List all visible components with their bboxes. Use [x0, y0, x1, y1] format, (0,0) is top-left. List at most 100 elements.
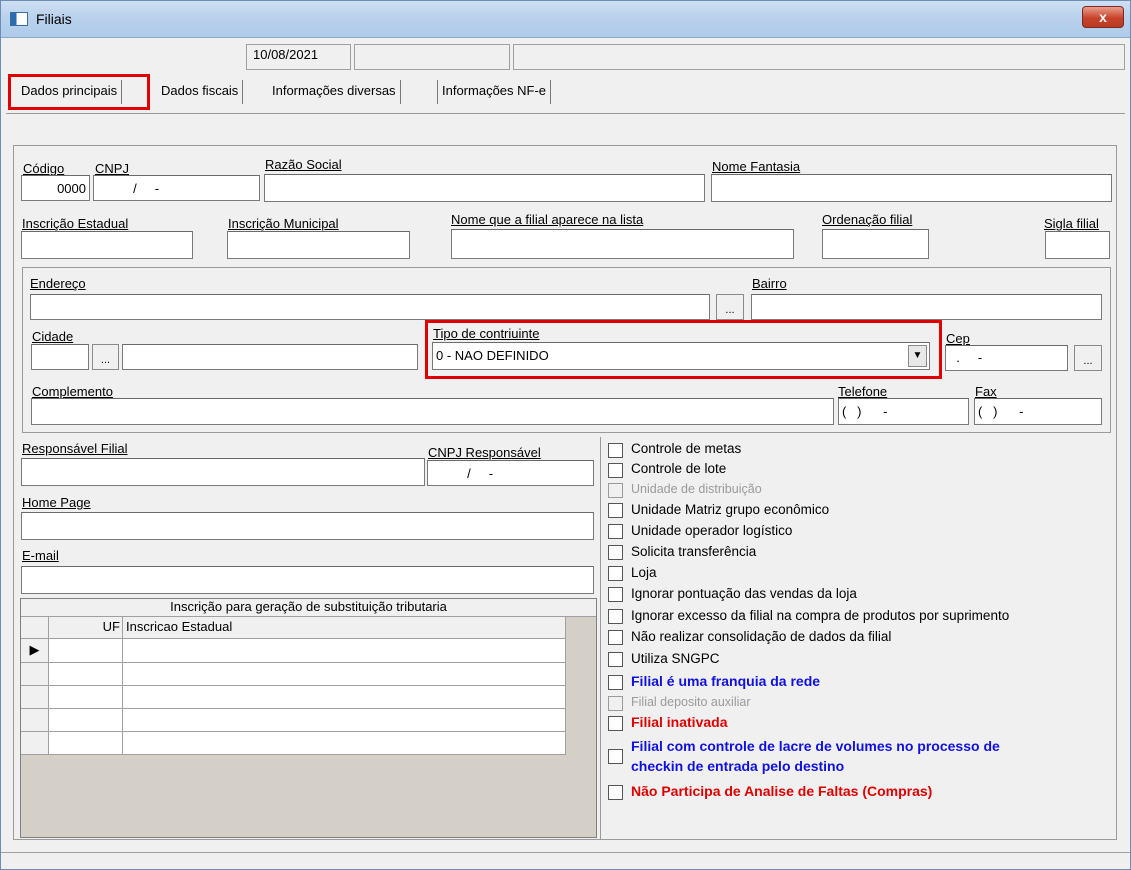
sigla-field[interactable]	[1045, 231, 1110, 259]
checkbox-label: Não Participa de Analise de Faltas (Comp…	[631, 783, 933, 799]
checkbox-label: Filial é uma franquia da rede	[631, 673, 821, 689]
responsavel-field[interactable]	[21, 458, 425, 486]
ordenacao-field[interactable]	[822, 229, 929, 259]
bairro-field[interactable]	[751, 294, 1102, 320]
table-row[interactable]	[49, 732, 123, 755]
checkbox-label: Filial inativada	[631, 714, 728, 730]
checkbox-loja[interactable]	[608, 566, 623, 581]
grid-title: Inscrição para geração de substituição t…	[21, 599, 596, 617]
inscricao-estadual-label: Inscrição Estadual	[22, 216, 129, 231]
cep-label: Cep	[946, 331, 970, 346]
cidade-code-field[interactable]	[31, 344, 89, 370]
table-row[interactable]	[123, 663, 566, 686]
checkbox-label: Loja	[631, 565, 657, 580]
checkbox-label: Utiliza SNGPC	[631, 651, 720, 666]
checkbox-utiliza-sngpc[interactable]	[608, 652, 623, 667]
tab-informacoes-nfe[interactable]: Informações NF-e	[437, 80, 552, 104]
cep-lookup-button[interactable]: ...	[1074, 345, 1102, 371]
grid-header-uf[interactable]: UF	[49, 617, 123, 639]
complemento-field[interactable]	[31, 398, 834, 425]
checkbox-filial-inativada[interactable]	[608, 716, 623, 731]
cnpj-responsavel-field[interactable]: / -	[427, 460, 594, 486]
endereco-lookup-button[interactable]: ...	[716, 294, 744, 320]
checkbox-nao-consolidacao[interactable]	[608, 630, 623, 645]
cep-field[interactable]: . -	[945, 345, 1068, 371]
table-row[interactable]	[123, 686, 566, 709]
table-row[interactable]	[123, 732, 566, 755]
checkbox-solicita-transferencia[interactable]	[608, 545, 623, 560]
table-row[interactable]	[49, 663, 123, 686]
nome-lista-field[interactable]	[451, 229, 794, 259]
grid-row-indicator	[21, 732, 49, 755]
grid-header-indicator	[21, 617, 49, 639]
current-row-icon: ▶	[21, 639, 49, 663]
telefone-label: Telefone	[838, 384, 888, 399]
checkbox-label: Ignorar excesso da filial na compra de p…	[631, 608, 1010, 623]
checkbox-label: Filial deposito auxiliar	[631, 695, 751, 709]
razao-social-field[interactable]	[264, 174, 705, 202]
checkbox-controle-metas[interactable]	[608, 443, 623, 458]
chevron-down-icon[interactable]: ▼	[908, 345, 927, 367]
endereco-field[interactable]	[30, 294, 710, 320]
codigo-field[interactable]: 0000	[21, 175, 90, 201]
cnpj-responsavel-label: CNPJ Responsável	[428, 445, 541, 460]
responsavel-label: Responsável Filial	[22, 441, 128, 456]
checkbox-nao-participa-faltas[interactable]	[608, 785, 623, 800]
inscricao-municipal-field[interactable]	[227, 231, 410, 259]
checkbox-label: Unidade operador logístico	[631, 523, 793, 538]
checkbox-unidade-distribuicao	[608, 483, 623, 498]
checkbox-list: Controle de metas Controle de lote Unida…	[606, 441, 1106, 841]
title-bar	[0, 0, 1131, 38]
fax-field[interactable]: ( ) -	[974, 398, 1102, 425]
tab-divider	[6, 113, 1125, 114]
checkbox-label: Unidade Matriz grupo econômico	[631, 502, 830, 517]
tab-dados-fiscais[interactable]: Dados fiscais	[157, 80, 244, 104]
telefone-field[interactable]: ( ) -	[838, 398, 969, 425]
checkbox-label-line2: checkin de entrada pelo destino	[631, 758, 845, 774]
checkbox-divider	[600, 437, 601, 839]
tab-dados-principais[interactable]: Dados principais	[17, 80, 123, 104]
checkbox-operador-logistico[interactable]	[608, 524, 623, 539]
grid-header-inscricao[interactable]: Inscricao Estadual	[123, 617, 566, 639]
cnpj-label: CNPJ	[95, 161, 129, 176]
inscricao-municipal-label: Inscrição Municipal	[228, 216, 339, 231]
cidade-label: Cidade	[32, 329, 74, 344]
close-button[interactable]: x	[1082, 6, 1124, 28]
checkbox-controle-lote[interactable]	[608, 463, 623, 478]
checkbox-controle-lacre[interactable]	[608, 749, 623, 764]
checkbox-deposito-auxiliar	[608, 696, 623, 711]
status-date: 10/08/2021	[246, 44, 351, 70]
checkbox-unidade-matriz[interactable]	[608, 503, 623, 518]
bairro-label: Bairro	[752, 276, 787, 291]
tab-informacoes-diversas[interactable]: Informações diversas	[268, 80, 401, 104]
email-label: E-mail	[22, 548, 59, 563]
cnpj-field[interactable]: / -	[93, 175, 260, 201]
form-icon	[10, 12, 28, 26]
ordenacao-label: Ordenação filial	[822, 212, 913, 227]
checkbox-ignorar-excesso[interactable]	[608, 609, 623, 624]
checkbox-ignorar-pontuacao[interactable]	[608, 587, 623, 602]
nome-fantasia-field[interactable]	[711, 174, 1112, 202]
endereco-label: Endereço	[30, 276, 86, 291]
tipo-contribuinte-label: Tipo de contriuinte	[433, 326, 540, 341]
table-row[interactable]	[49, 686, 123, 709]
checkbox-franquia[interactable]	[608, 675, 623, 690]
status-bar-divider	[0, 852, 1131, 853]
razao-social-label: Razão Social	[265, 157, 342, 172]
email-field[interactable]	[21, 566, 594, 594]
table-row[interactable]	[49, 639, 123, 663]
tipo-contribuinte-select[interactable]: 0 - NAO DEFINIDO	[432, 342, 930, 370]
inscricao-estadual-field[interactable]	[21, 231, 193, 259]
home-page-field[interactable]	[21, 512, 594, 540]
cidade-lookup-button[interactable]: ...	[92, 344, 119, 370]
table-row[interactable]	[49, 709, 123, 732]
table-row[interactable]	[123, 709, 566, 732]
cidade-name-field[interactable]	[122, 344, 418, 370]
table-row[interactable]	[123, 639, 566, 663]
checkbox-label: Não realizar consolidação de dados da fi…	[631, 629, 892, 644]
grid-row-indicator	[21, 709, 49, 732]
sigla-label: Sigla filial	[1044, 216, 1099, 231]
checkbox-label: Solicita transferência	[631, 544, 757, 559]
home-page-label: Home Page	[22, 495, 91, 510]
grid-header-row: UF Inscricao Estadual	[21, 617, 566, 639]
